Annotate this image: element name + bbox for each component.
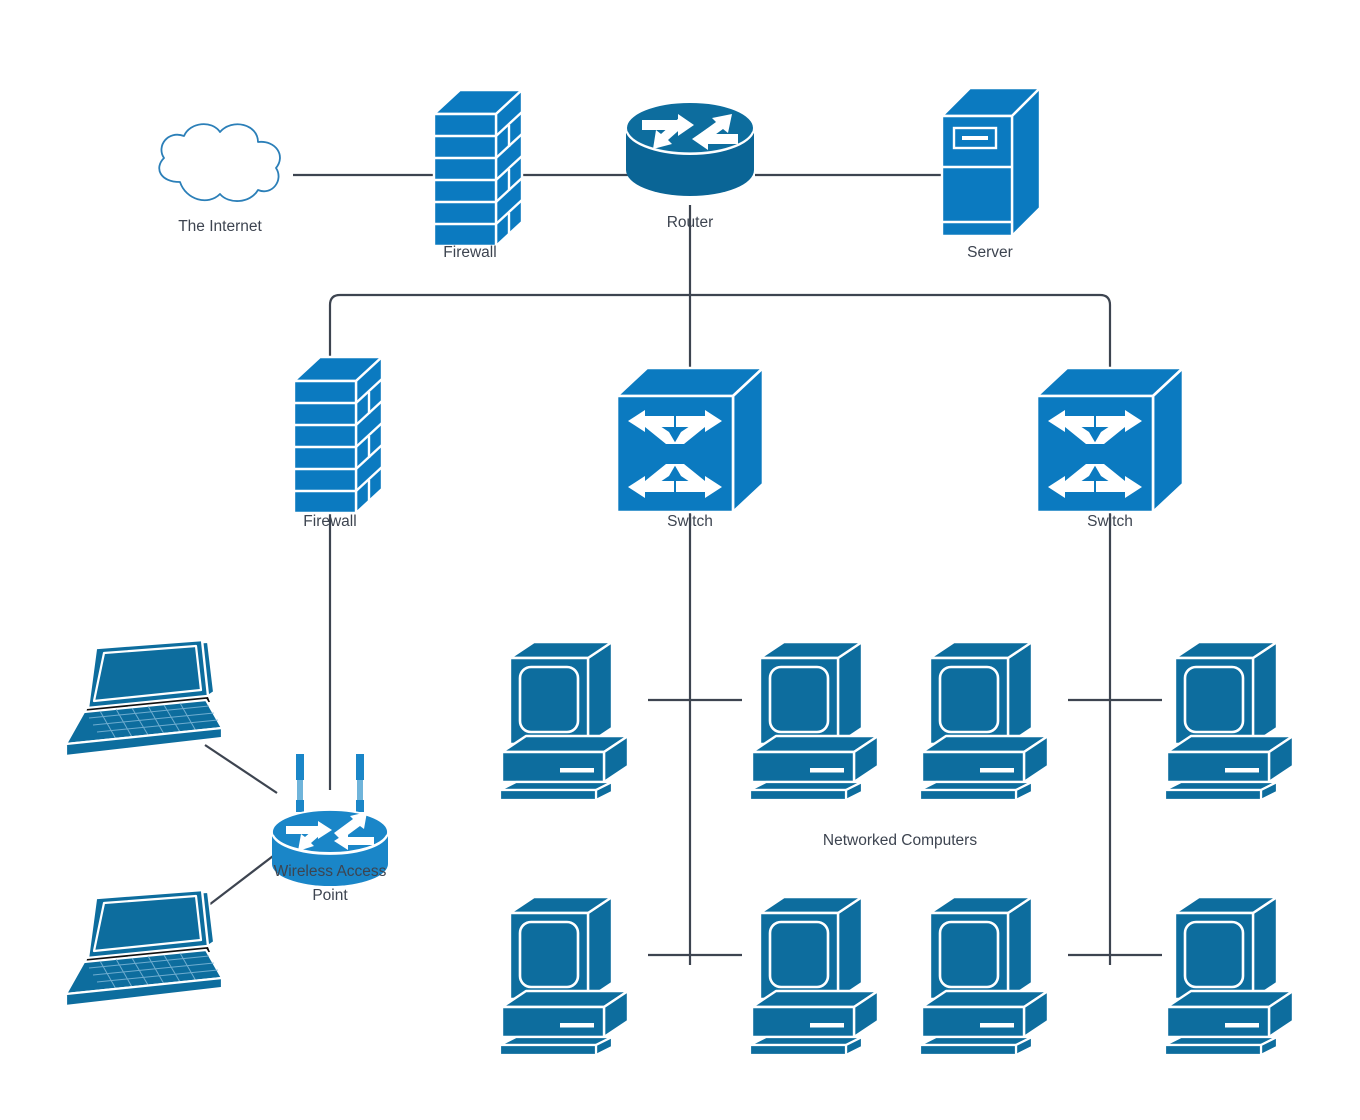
firewall-left-label: Firewall [303,513,356,530]
firewall-top-label: Firewall [443,244,496,261]
cloud-icon [158,123,281,202]
server-icon [940,86,1042,238]
computer-icon[interactable] [498,640,630,802]
switch-right-label: Switch [1087,513,1133,530]
computer-icon[interactable] [1163,895,1295,1057]
node-laptop-top[interactable] [64,638,224,758]
networked-computers-label: Networked Computers [823,832,977,849]
laptop-icon [64,638,224,758]
router-icon [625,101,755,197]
router-label: Router [667,214,714,231]
internet-label: The Internet [178,218,262,235]
computer-icon[interactable] [748,895,880,1057]
computer-row-2 [498,895,1295,1057]
wap-label-line2: Point [312,887,348,904]
diagram-canvas: The Internet Firewall Router Server Fire… [64,86,1295,1057]
node-switch-right[interactable]: Switch [1035,366,1185,530]
computer-icon[interactable] [498,895,630,1057]
link-wap-laptop-bottom [204,852,278,909]
node-internet[interactable]: The Internet [158,123,281,235]
firewall-icon [292,355,384,515]
node-server[interactable]: Server [940,86,1042,261]
link-bus-trunk [328,293,1112,370]
node-firewall-top[interactable]: Firewall [432,88,524,261]
computer-icon[interactable] [748,640,880,802]
firewall-icon [432,88,524,248]
computer-icon[interactable] [1163,640,1295,802]
laptop-icon [64,888,224,1008]
link-wap-laptop-top [204,744,278,794]
computer-icon[interactable] [918,640,1050,802]
node-switch-center[interactable]: Switch [615,366,765,530]
computer-row-1 [498,640,1295,802]
wap-label-line1: Wireless Access [274,863,387,880]
switch-icon [615,366,765,514]
switch-icon [1035,366,1185,514]
switch-center-label: Switch [667,513,713,530]
network-diagram: The Internet Firewall Router Server Fire… [0,0,1360,1120]
node-firewall-left[interactable]: Firewall [292,355,384,530]
node-laptop-bottom[interactable] [64,888,224,1008]
server-label: Server [967,244,1013,261]
computer-icon[interactable] [918,895,1050,1057]
